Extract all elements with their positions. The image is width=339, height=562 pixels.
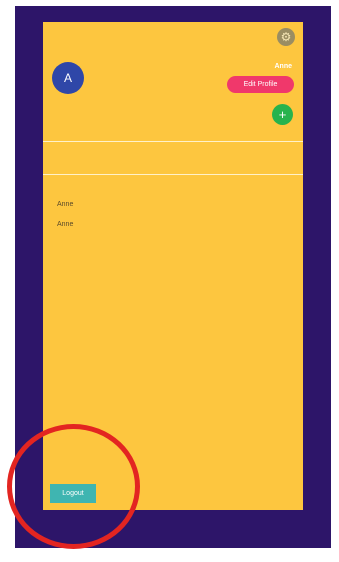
user-list: Anne Anne [57, 200, 73, 240]
add-button[interactable]: + [272, 104, 293, 125]
list-item[interactable]: Anne [57, 220, 73, 240]
divider [43, 141, 303, 142]
profile-username: Anne [274, 63, 293, 70]
avatar[interactable]: A [52, 62, 84, 94]
logout-button[interactable]: Logout [50, 484, 96, 503]
list-item[interactable]: Anne [57, 200, 73, 220]
gear-icon[interactable]: ⚙ [277, 28, 295, 46]
edit-profile-button[interactable]: Edit Profile [227, 76, 294, 93]
plus-icon: + [278, 107, 287, 122]
divider [43, 174, 303, 175]
app-screen [43, 22, 303, 510]
